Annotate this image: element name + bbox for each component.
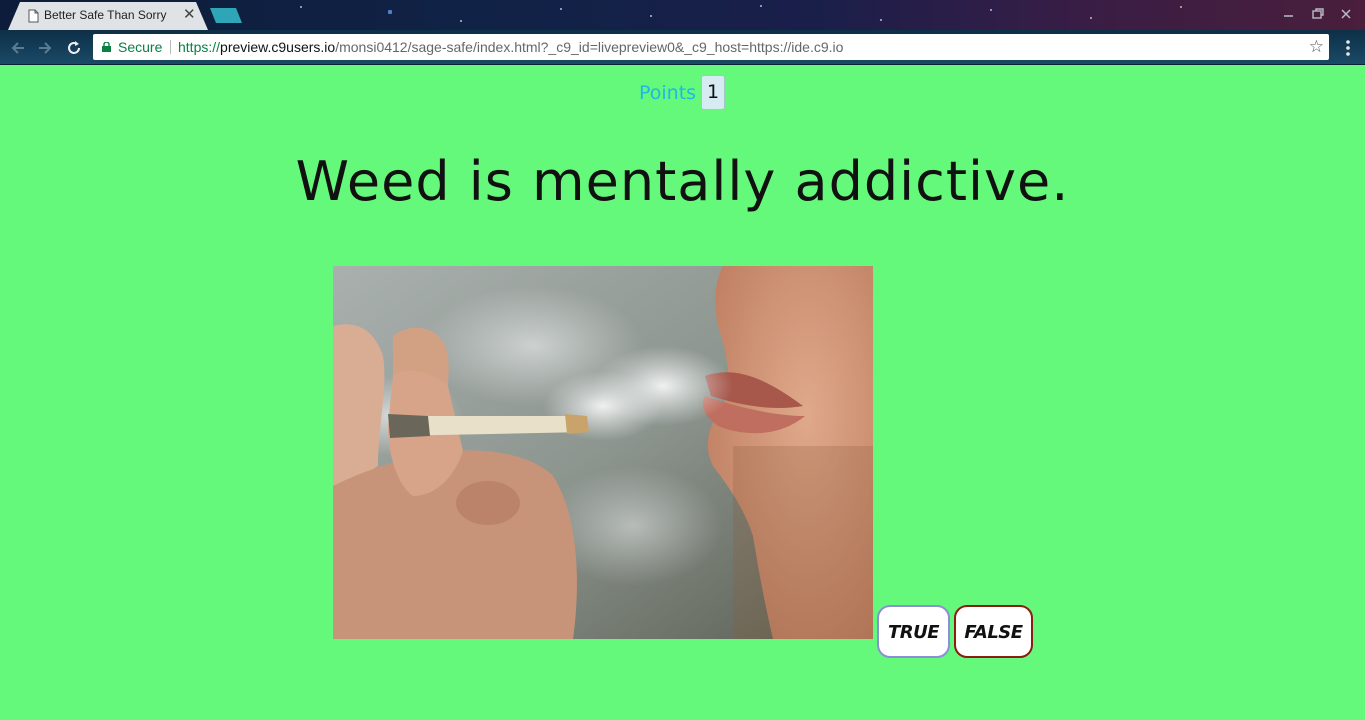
forward-icon[interactable]: [35, 38, 55, 58]
bg-star: [300, 6, 302, 8]
menu-icon[interactable]: [1340, 38, 1356, 58]
back-icon[interactable]: [8, 38, 28, 58]
secure-label: Secure: [118, 39, 163, 55]
url-text[interactable]: https://preview.c9users.io/monsi0412/sag…: [178, 34, 843, 60]
url-scheme: https://: [178, 39, 221, 55]
question-text: Weed is mentally addictive.: [295, 150, 1070, 213]
browser-tab[interactable]: Better Safe Than Sorry ✕: [8, 2, 208, 30]
bg-star: [388, 10, 392, 14]
question-image: [333, 266, 873, 639]
bg-star: [760, 5, 762, 7]
bg-star: [560, 8, 562, 10]
page-icon: [28, 9, 39, 23]
points-value: 1: [701, 75, 726, 110]
url-host: preview.c9users.io: [220, 39, 336, 55]
browser-titlebar: Better Safe Than Sorry ✕: [0, 0, 1365, 30]
tab-title: Better Safe Than Sorry: [44, 8, 167, 22]
close-icon[interactable]: [1338, 6, 1354, 22]
lock-icon: [102, 42, 111, 52]
browser-toolbar: Secure https://preview.c9users.io/monsi0…: [0, 30, 1365, 65]
new-tab-button[interactable]: [210, 8, 242, 23]
minimize-icon[interactable]: [1281, 6, 1297, 22]
reload-icon[interactable]: [64, 38, 84, 58]
bg-star: [1090, 17, 1092, 19]
star-icon[interactable]: ☆: [1309, 34, 1324, 60]
bg-star: [880, 19, 882, 21]
bg-star: [460, 20, 462, 22]
url-path: /monsi0412/sage-safe/index.html?_c9_id=l…: [335, 39, 844, 55]
address-bar[interactable]: Secure https://preview.c9users.io/monsi0…: [93, 34, 1329, 60]
false-button[interactable]: FALSE: [954, 605, 1033, 658]
points-display: Points 1: [639, 75, 726, 110]
omnibox-divider: [170, 40, 171, 54]
restore-icon[interactable]: [1310, 6, 1326, 22]
points-label: Points: [639, 81, 697, 104]
bg-star: [1180, 6, 1182, 8]
bg-star: [990, 9, 992, 11]
tab-close-icon[interactable]: ✕: [183, 7, 196, 23]
bg-star: [650, 15, 652, 17]
true-button[interactable]: TRUE: [877, 605, 950, 658]
